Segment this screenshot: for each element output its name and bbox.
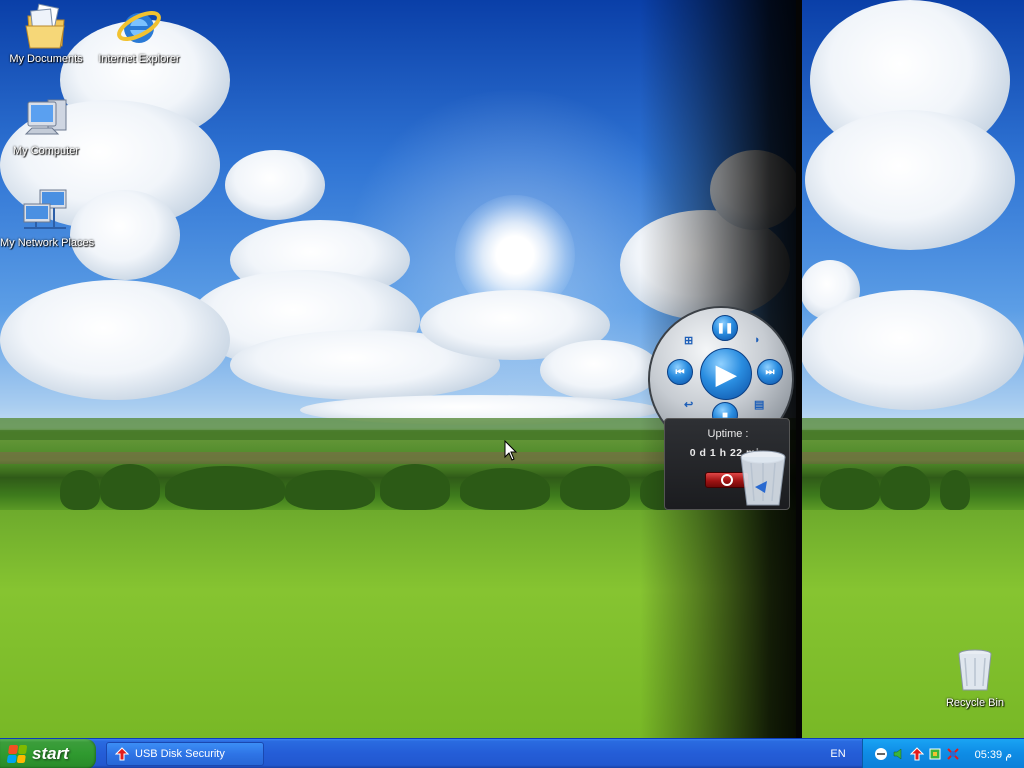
start-button[interactable]: start	[0, 739, 96, 768]
tree-line	[0, 460, 1024, 510]
power-icon	[721, 474, 733, 486]
desktop-icon-label: Recycle Bin	[945, 697, 1005, 709]
desktop-icon-my-documents[interactable]: My Documents	[0, 2, 92, 65]
network-places-icon	[23, 189, 67, 229]
desktop-icon-label: My Computer	[12, 145, 80, 157]
tree	[940, 470, 970, 510]
field-strip	[0, 430, 1024, 440]
tree	[820, 468, 880, 510]
start-label: start	[32, 744, 69, 763]
previous-button[interactable]: ⏮	[667, 359, 693, 385]
recycle-bin-icon	[958, 649, 992, 691]
cloud	[225, 150, 325, 220]
field-strip	[0, 418, 1024, 430]
dark-sidebar-edge	[796, 0, 802, 738]
uptime-title: Uptime :	[707, 428, 749, 440]
pause-icon: ❚❚	[716, 322, 734, 334]
repeat-icon[interactable]: ↩	[684, 398, 693, 411]
taskbar-item-usb-disk-security[interactable]: USB Disk Security	[106, 742, 264, 766]
desktop-icon-label: My Documents	[9, 53, 83, 65]
desktop-icon-internet-explorer[interactable]: Internet Explorer	[93, 2, 185, 65]
mouse-cursor	[504, 440, 518, 461]
pause-button[interactable]: ❚❚	[712, 315, 738, 341]
uptime-gadget: Uptime : 0 d 1 h 22 min	[664, 418, 790, 510]
tree	[165, 466, 285, 510]
computer-icon	[24, 99, 67, 135]
tree	[100, 464, 160, 510]
play-button[interactable]: ▶	[700, 348, 752, 400]
tree	[560, 466, 630, 510]
desktop-icon-my-network-places[interactable]: My Network Places	[0, 186, 95, 249]
media-player-widget[interactable]: ❚❚ ⏮ ▶ ⏭ ■ ◗ ⊞ ↩ ▤	[648, 306, 794, 452]
tree	[460, 468, 550, 510]
tree	[60, 470, 100, 510]
system-tray: 05:39 م	[862, 739, 1024, 768]
tree	[285, 470, 375, 510]
connection-icon[interactable]	[945, 747, 960, 762]
volume-icon[interactable]: ◗	[754, 334, 761, 346]
internet-explorer-icon	[117, 10, 161, 43]
cloud	[800, 290, 1024, 410]
cloud	[805, 110, 1015, 250]
desktop-icon-my-computer[interactable]: My Computer	[0, 94, 92, 157]
windows-icon[interactable]: ⊞	[684, 334, 693, 347]
cloud	[0, 280, 230, 400]
tree	[380, 464, 450, 510]
desktop-icon-recycle-bin[interactable]: Recycle Bin	[929, 646, 1021, 709]
previous-icon: ⏮	[675, 366, 685, 378]
desktop-icon-label: My Network Places	[0, 237, 95, 249]
recycle-bin-icon	[740, 450, 786, 506]
folder-documents-icon	[25, 3, 65, 49]
playlist-icon[interactable]: ▤	[754, 398, 764, 411]
clock[interactable]: 05:39 م	[975, 748, 1012, 761]
desktop-background: My Documents Internet Explorer My Comput…	[0, 0, 1024, 738]
tree	[880, 466, 930, 510]
hardware-icon[interactable]	[927, 747, 942, 762]
language-indicator[interactable]: EN	[818, 739, 858, 768]
usb-disk-security-icon	[115, 747, 129, 761]
windows-logo-icon	[6, 745, 28, 763]
usb-disk-security-icon[interactable]	[909, 747, 924, 762]
volume-icon[interactable]	[891, 747, 906, 762]
play-icon: ▶	[716, 358, 736, 389]
desktop-icon-label: Internet Explorer	[98, 53, 180, 65]
taskbar: start USB Disk Security EN 05:39 م	[0, 738, 1024, 768]
next-icon: ⏭	[765, 366, 775, 378]
taskbar-item-label: USB Disk Security	[135, 748, 225, 760]
network-icon[interactable]	[873, 747, 888, 762]
next-button[interactable]: ⏭	[757, 359, 783, 385]
